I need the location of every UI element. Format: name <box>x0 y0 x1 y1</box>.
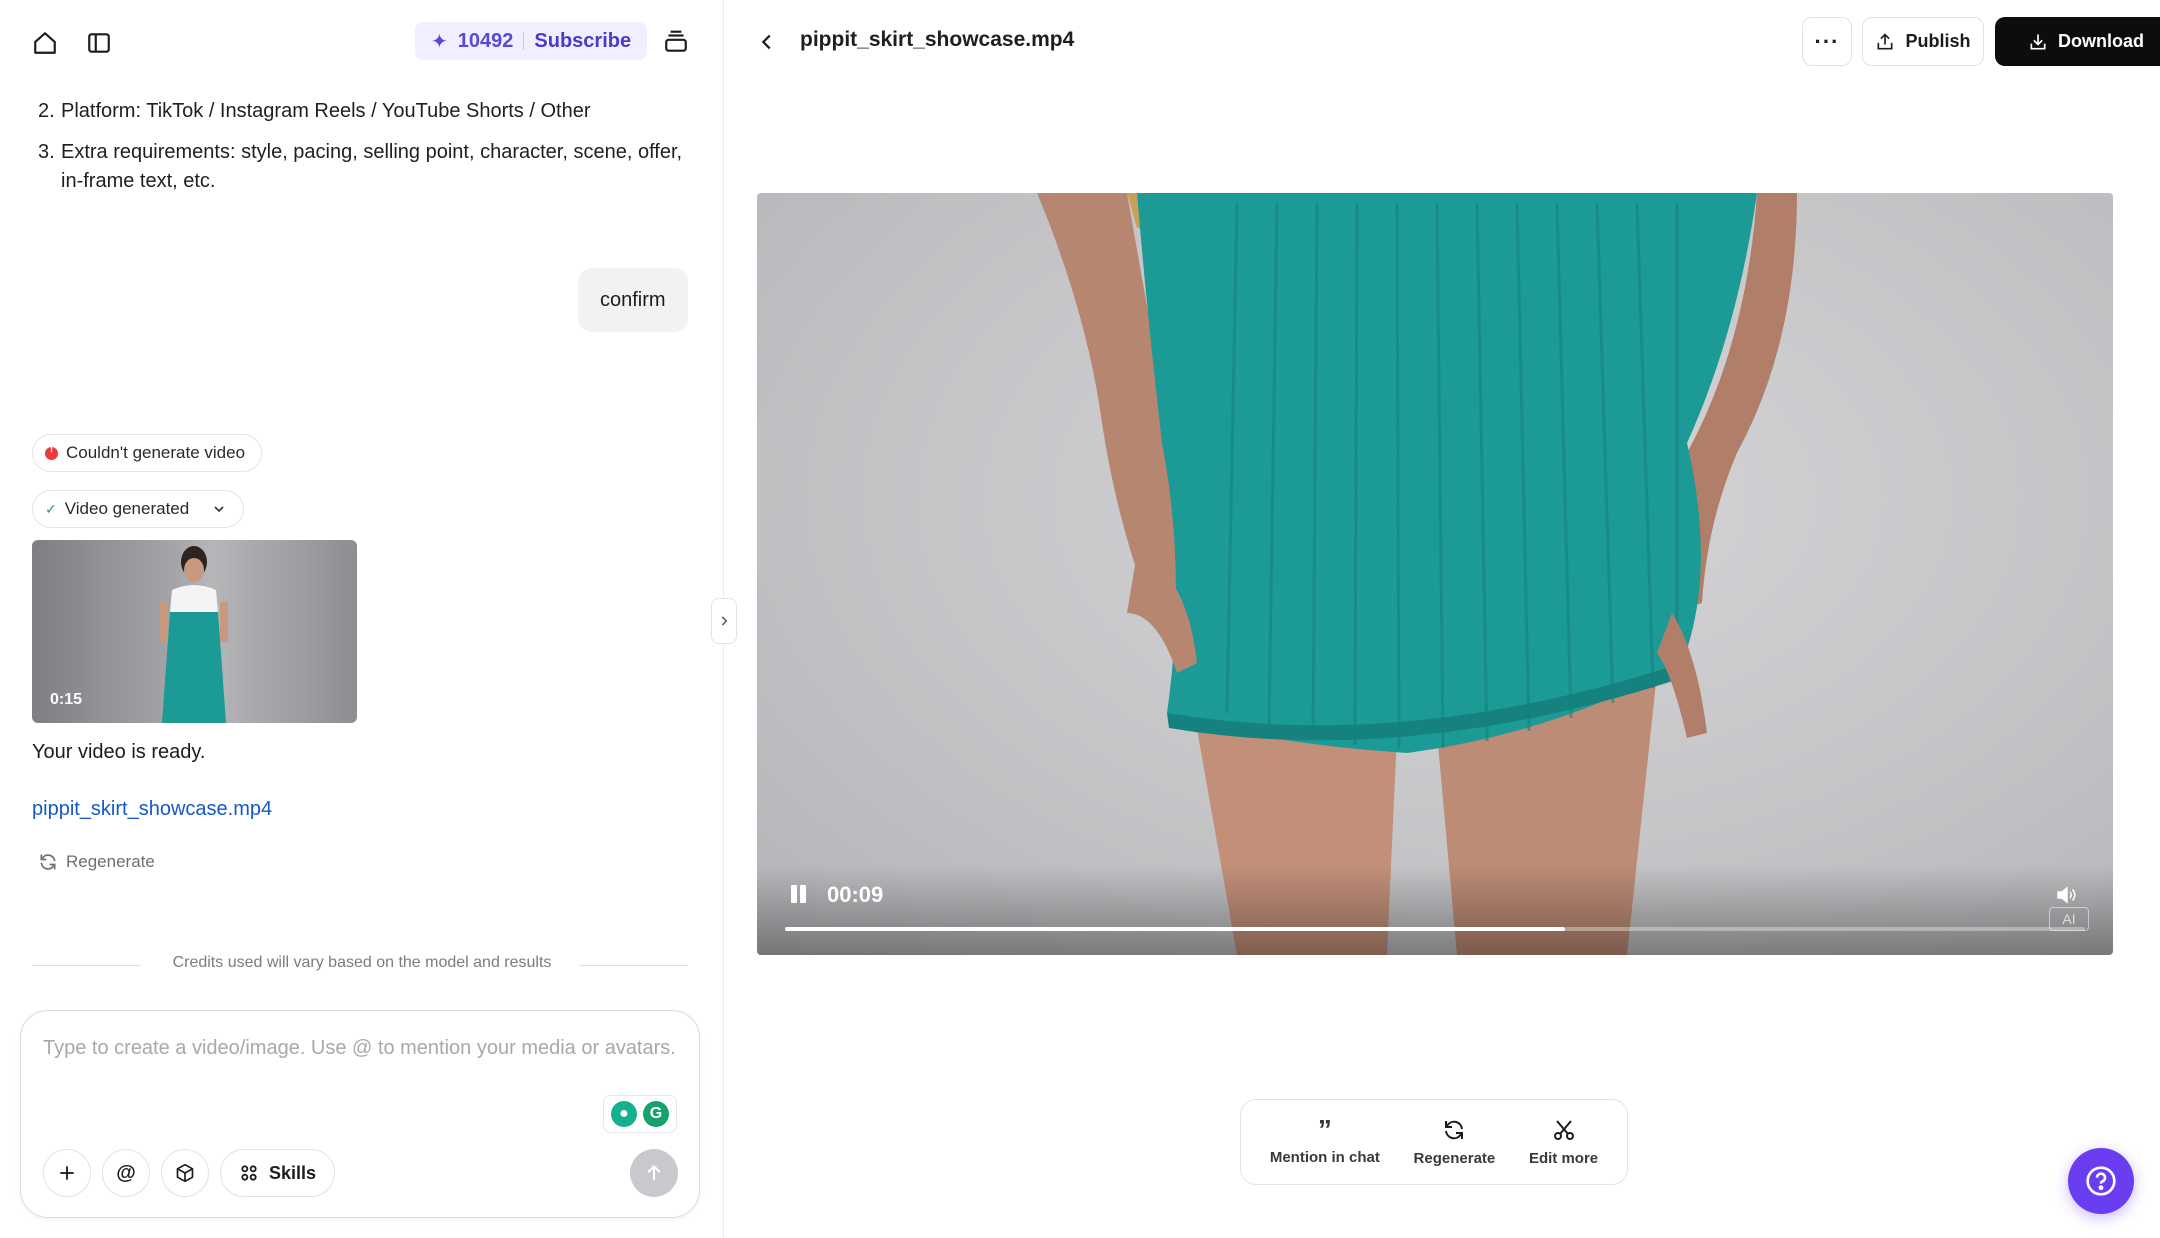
refresh-icon <box>1445 1120 1464 1139</box>
credits-note: Credits used will vary based on the mode… <box>172 954 552 971</box>
video-generated-chip[interactable]: ✓ Video generated <box>32 490 245 528</box>
scissors-icon <box>1553 1119 1574 1140</box>
list-item-text: Platform: TikTok / Instagram Reels / You… <box>61 100 591 122</box>
current-time: 00:09 <box>827 882 884 907</box>
prompt-composer[interactable]: Type to create a video/image. Use @ to m… <box>20 1010 700 1218</box>
plus-icon <box>60 1166 74 1180</box>
help-icon <box>2086 1166 2116 1196</box>
divider-right <box>580 965 688 966</box>
regenerate-label: Regenerate <box>66 852 155 871</box>
sidebar-toggle-icon[interactable] <box>84 28 114 58</box>
share-icon <box>1877 32 1893 49</box>
sparkle-icon: ✦ <box>431 30 448 53</box>
chevron-right-icon <box>721 616 728 626</box>
arrow-up-icon <box>647 1164 661 1180</box>
check-icon: ✓ <box>45 500 57 517</box>
download-label: Download <box>2058 31 2144 51</box>
download-button[interactable]: Download <box>1995 17 2160 66</box>
skills-grid-icon <box>241 1165 257 1181</box>
preview-panel: pippit_skirt_showcase.mp4 ··· Publish Do… <box>725 0 2160 1238</box>
regenerate-link[interactable]: Regenerate <box>38 852 155 872</box>
chevron-left-icon <box>761 34 771 50</box>
video-frame <box>1037 193 1797 955</box>
list-item-number: 2. <box>38 100 55 122</box>
more-icon: ··· <box>1814 28 1840 54</box>
mention-in-chat-button[interactable]: ” Mention in chat <box>1269 1113 1380 1166</box>
prompt-input[interactable]: Type to create a video/image. Use @ to m… <box>43 1037 676 1060</box>
video-player[interactable]: 00:09 AI <box>757 193 2113 955</box>
download-icon <box>2030 34 2046 49</box>
quote-icon: ” <box>1317 1113 1332 1145</box>
send-button[interactable] <box>630 1149 678 1197</box>
help-button[interactable] <box>2068 1148 2134 1214</box>
preview-file-title: pippit_skirt_showcase.mp4 <box>800 28 1075 51</box>
grammarly-widget[interactable]: ● G <box>603 1095 677 1133</box>
error-status-label: Couldn't generate video <box>66 443 246 462</box>
panel-collapse-handle[interactable] <box>711 598 737 644</box>
progress-fill <box>785 927 1565 931</box>
more-options-button[interactable]: ··· <box>1802 17 1852 66</box>
progress-bar[interactable] <box>785 927 2085 931</box>
publish-label: Publish <box>1905 31 1971 51</box>
credits-count: 10492 <box>457 29 514 52</box>
pill-separator <box>523 32 525 50</box>
subscribe-link[interactable]: Subscribe <box>534 30 631 53</box>
regenerate-action-label: Regenerate <box>1413 1149 1496 1167</box>
video-generated-label: Video generated <box>64 499 190 518</box>
bulb-icon: ● <box>611 1101 637 1127</box>
controls-shade <box>757 865 2113 955</box>
regenerate-button[interactable]: Regenerate <box>1413 1118 1496 1167</box>
add-button[interactable] <box>43 1149 91 1197</box>
ready-message: Your video is ready. <box>32 741 206 763</box>
home-icon[interactable] <box>30 28 60 58</box>
error-icon <box>45 444 58 460</box>
edit-more-label: Edit more <box>1528 1149 1599 1167</box>
video-thumbnail[interactable]: 0:15 <box>32 540 357 723</box>
user-message-bubble: confirm <box>578 268 688 332</box>
back-button[interactable] <box>753 28 781 56</box>
chevron-down-icon <box>214 506 224 513</box>
chat-panel: ✦ 10492 Subscribe 2. Platform: TikTok / … <box>0 0 724 1238</box>
list-item-text: Extra requirements: style, pacing, selli… <box>61 141 683 192</box>
thumbnail-duration: 0:15 <box>50 691 83 708</box>
pause-icon[interactable] <box>787 883 809 905</box>
credits-subscribe-pill[interactable]: ✦ 10492 Subscribe <box>415 22 648 60</box>
cube-icon <box>176 1163 194 1183</box>
mention-button[interactable]: @ <box>102 1149 150 1197</box>
history-stack-icon[interactable] <box>660 26 692 58</box>
error-status-chip: Couldn't generate video <box>32 434 263 472</box>
mention-label: Mention in chat <box>1269 1148 1380 1166</box>
grammarly-icon: G <box>643 1101 669 1127</box>
preview-action-bar: ” Mention in chat Regenerate Edit more <box>1240 1099 1628 1185</box>
list-item-number: 3. <box>38 141 55 163</box>
at-icon: @ <box>116 1161 136 1184</box>
skills-label: Skills <box>269 1162 317 1183</box>
volume-icon[interactable] <box>2055 883 2079 907</box>
publish-button[interactable]: Publish <box>1862 17 1984 66</box>
skills-button[interactable]: Skills <box>220 1149 336 1197</box>
ai-badge: AI <box>2049 907 2089 931</box>
model-button[interactable] <box>161 1149 209 1197</box>
edit-more-button[interactable]: Edit more <box>1529 1118 1598 1167</box>
refresh-icon <box>40 854 56 870</box>
video-file-link[interactable]: pippit_skirt_showcase.mp4 <box>32 798 272 821</box>
